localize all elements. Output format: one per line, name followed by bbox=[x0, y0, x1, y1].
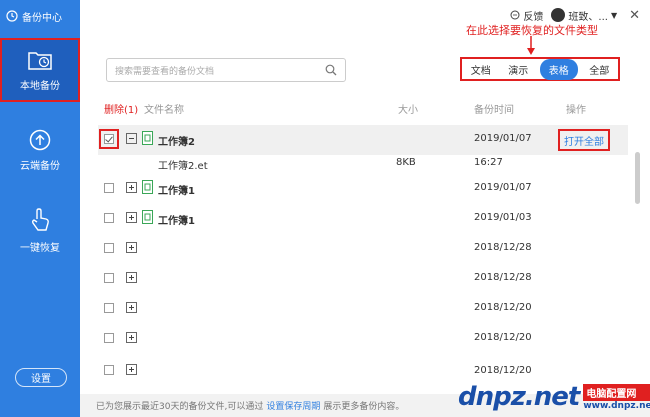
row-name: 工作簿2.et bbox=[158, 161, 208, 172]
table-header: 删除(1) 文件名称 大小 备份时间 操作 bbox=[104, 101, 634, 116]
row-time: 2018/12/28 bbox=[474, 242, 532, 253]
delete-button[interactable]: 删除(1) bbox=[104, 101, 138, 116]
footer-text-end: 展示更多备份内容。 bbox=[323, 402, 405, 412]
row-checkbox[interactable] bbox=[104, 303, 114, 313]
sidebar-item-local-backup[interactable]: 本地备份 bbox=[0, 38, 80, 102]
expand-icon[interactable] bbox=[126, 302, 137, 313]
search-box[interactable]: 搜索需要查看的备份文档 bbox=[106, 58, 346, 82]
watermark-cn: 电脑配置网 bbox=[583, 383, 650, 401]
annotation-arrow-icon bbox=[527, 36, 535, 55]
watermark-logo: dnpz.net bbox=[458, 382, 580, 412]
feedback-icon bbox=[510, 10, 520, 20]
filter-all[interactable]: 全部 bbox=[583, 60, 615, 79]
feedback-button[interactable]: 反馈 bbox=[510, 8, 543, 23]
table-row[interactable]: 2018/12/28 bbox=[98, 264, 628, 294]
filter-spreadsheets[interactable]: 表格 bbox=[539, 58, 578, 80]
expand-icon[interactable] bbox=[126, 332, 137, 343]
sidebar-item-label: 本地备份 bbox=[20, 80, 60, 92]
expand-icon[interactable] bbox=[126, 182, 137, 193]
table-row[interactable]: 工作簿1 2019/01/07 bbox=[98, 174, 628, 204]
sidebar-item-label: 云端备份 bbox=[20, 160, 60, 172]
open-all-button[interactable]: 打开全部 bbox=[558, 129, 610, 151]
expand-icon[interactable] bbox=[126, 242, 137, 253]
row-time: 2018/12/20 bbox=[474, 332, 532, 343]
table-row[interactable]: 工作簿2 2019/01/07 打开全部 bbox=[98, 125, 628, 155]
backup-center-icon bbox=[6, 10, 18, 22]
feedback-label: 反馈 bbox=[523, 11, 544, 23]
row-size: 8KB bbox=[396, 157, 416, 168]
sidebar: 备份中心 本地备份 云端备份 一键恢复 设置 bbox=[0, 0, 80, 417]
expand-icon[interactable] bbox=[126, 212, 137, 223]
filter-documents[interactable]: 文档 bbox=[465, 60, 497, 79]
table-row[interactable]: 2018/12/28 bbox=[98, 234, 628, 264]
sidebar-item-label: 一键恢复 bbox=[20, 242, 60, 254]
settings-button[interactable]: 设置 bbox=[15, 368, 67, 387]
row-checkbox[interactable] bbox=[104, 273, 114, 283]
sidebar-item-one-click-restore[interactable]: 一键恢复 bbox=[0, 198, 80, 262]
hand-pointer-icon bbox=[31, 207, 49, 231]
row-name: 工作簿1 bbox=[158, 186, 195, 197]
table-row[interactable]: 2018/12/20 bbox=[98, 324, 628, 354]
row-checkbox[interactable] bbox=[104, 183, 114, 193]
folder-clock-icon bbox=[28, 51, 52, 70]
row-time: 2019/01/07 bbox=[474, 182, 532, 193]
table-row-child[interactable]: 工作簿2.et 8KB 16:27 bbox=[98, 152, 628, 174]
row-time: 2018/12/20 bbox=[474, 302, 532, 313]
expand-icon[interactable] bbox=[126, 364, 137, 375]
filter-presentations[interactable]: 演示 bbox=[502, 60, 534, 79]
row-checkbox[interactable] bbox=[104, 213, 114, 223]
row-time: 2018/12/28 bbox=[474, 272, 532, 283]
cloud-upload-icon bbox=[29, 129, 51, 150]
row-checkbox[interactable] bbox=[104, 243, 114, 253]
header-time: 备份时间 bbox=[474, 105, 514, 116]
row-name: 工作簿1 bbox=[158, 216, 195, 227]
row-checkbox[interactable] bbox=[104, 134, 114, 144]
row-name: 工作簿2 bbox=[158, 137, 195, 148]
spreadsheet-icon bbox=[142, 210, 153, 224]
close-icon[interactable]: ✕ bbox=[629, 8, 640, 23]
row-time: 16:27 bbox=[474, 157, 503, 168]
user-name: 班致、... bbox=[568, 11, 608, 23]
watermark-url: www.dnpz.net bbox=[583, 400, 650, 411]
set-retention-link[interactable]: 设置保存周期 bbox=[266, 399, 320, 412]
watermark: dnpz.net 电脑配置网 www.dnpz.net bbox=[458, 377, 650, 417]
expand-icon[interactable] bbox=[126, 272, 137, 283]
search-icon[interactable] bbox=[325, 64, 337, 76]
brand-title: 备份中心 bbox=[22, 12, 62, 24]
collapse-icon[interactable] bbox=[126, 133, 137, 144]
footer-text: 已为您展示最近30天的备份文件,可以通过 bbox=[96, 402, 264, 412]
search-input[interactable]: 搜索需要查看的备份文档 bbox=[115, 64, 325, 77]
table-row[interactable]: 2018/12/20 bbox=[98, 294, 628, 324]
sidebar-item-cloud-backup[interactable]: 云端备份 bbox=[0, 118, 80, 182]
row-checkbox[interactable] bbox=[104, 365, 114, 375]
avatar bbox=[551, 8, 566, 22]
file-type-filter: 文档 演示 表格 全部 bbox=[460, 57, 620, 81]
user-menu[interactable]: 班致、... ▼ bbox=[551, 8, 617, 23]
row-time: 2019/01/07 bbox=[474, 133, 532, 144]
brand: 备份中心 bbox=[6, 8, 62, 24]
spreadsheet-icon bbox=[142, 180, 153, 194]
spreadsheet-icon bbox=[142, 131, 153, 145]
chevron-down-icon: ▼ bbox=[610, 10, 618, 20]
row-time: 2019/01/03 bbox=[474, 212, 532, 223]
row-time: 2018/12/20 bbox=[474, 365, 532, 376]
header-action: 操作 bbox=[566, 105, 586, 116]
header-size: 大小 bbox=[398, 105, 418, 116]
row-checkbox[interactable] bbox=[104, 333, 114, 343]
header-name: 文件名称 bbox=[144, 105, 184, 116]
scrollbar[interactable] bbox=[635, 152, 640, 204]
table-row[interactable]: 工作簿1 2019/01/03 bbox=[98, 204, 628, 234]
